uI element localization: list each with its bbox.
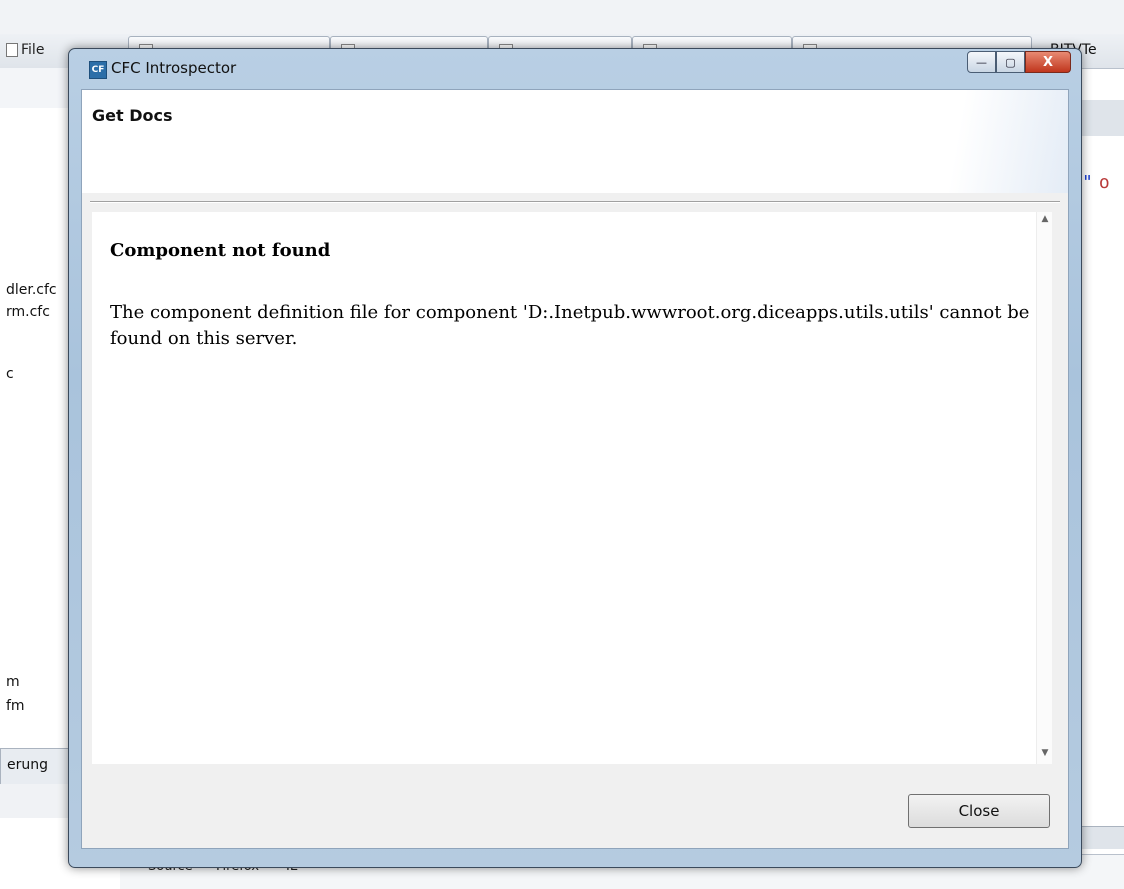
window-controls: — ▢ X	[967, 51, 1071, 73]
maximize-icon: ▢	[1005, 55, 1016, 69]
error-message: The component definition file for compon…	[110, 302, 1030, 349]
dialog-body: Get Docs Component not found The compone…	[81, 89, 1069, 849]
minimize-icon: —	[976, 55, 987, 69]
ide-file-tab-label: File	[21, 42, 45, 58]
code-char: o	[1098, 172, 1110, 193]
error-title: Component not found	[110, 240, 331, 261]
code-quote: "	[1082, 172, 1093, 193]
dialog-titlebar[interactable]: CF CFC Introspector — ▢ X	[69, 49, 1081, 89]
ide-right-toolbar	[1078, 100, 1124, 136]
scroll-down-arrow-icon[interactable]: ▼	[1037, 748, 1052, 762]
tree-item[interactable]: fm	[6, 698, 25, 714]
scroll-up-arrow-icon[interactable]: ▲	[1037, 214, 1052, 228]
dialog-header: Get Docs	[82, 90, 1068, 193]
ide-bottom-left-tab[interactable]: erung	[0, 748, 70, 786]
file-icon	[6, 43, 18, 57]
window-close-button[interactable]: X	[1025, 51, 1071, 73]
dialog-title: CFC Introspector	[111, 59, 237, 77]
tree-item[interactable]: rm.cfc	[6, 304, 50, 320]
coldfusion-app-icon: CF	[89, 61, 107, 79]
vertical-scrollbar[interactable]: ▲ ▼	[1036, 212, 1052, 764]
ide-file-tab[interactable]: File	[2, 38, 48, 62]
ide-bottom-left-tab-label: erung	[7, 757, 49, 773]
ide-top-strip	[0, 0, 1124, 34]
header-separator	[90, 201, 1060, 203]
docs-content-pane[interactable]: Component not found The component defini…	[92, 212, 1052, 764]
minimize-button[interactable]: —	[967, 51, 996, 73]
close-button[interactable]: Close	[908, 794, 1050, 828]
dialog-header-title: Get Docs	[92, 106, 173, 125]
ide-code-fragment: " o	[1082, 172, 1110, 193]
close-icon: X	[1042, 54, 1054, 70]
ide-right-lower-strip	[1078, 826, 1124, 849]
cfc-introspector-dialog: CF CFC Introspector — ▢ X Get Docs Compo…	[68, 48, 1082, 868]
tree-item[interactable]: dler.cfc	[6, 282, 57, 298]
maximize-button[interactable]: ▢	[996, 51, 1025, 73]
tree-item[interactable]: c	[6, 366, 14, 382]
tree-item[interactable]: m	[6, 674, 20, 690]
